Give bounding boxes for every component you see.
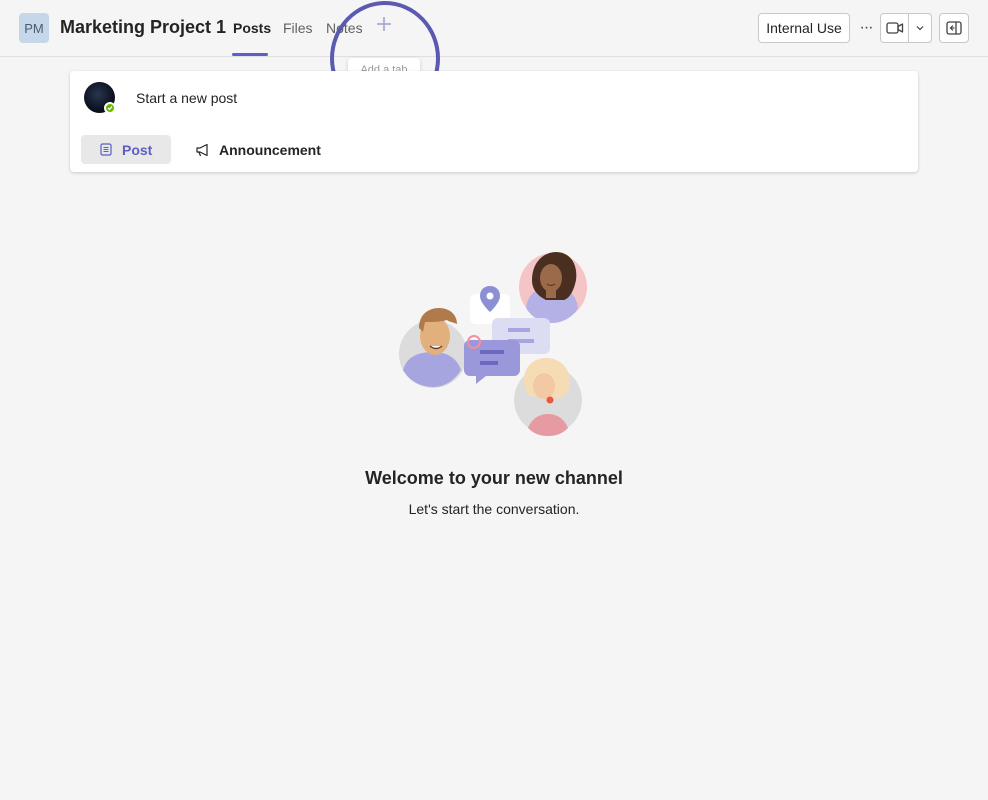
active-tab-indicator: [232, 53, 268, 56]
video-camera-icon: [886, 22, 903, 34]
side-panel-icon: [946, 21, 962, 35]
meet-button-group: [880, 13, 932, 43]
sensitivity-label-button[interactable]: Internal Use: [758, 13, 850, 43]
presence-available-icon: [104, 102, 116, 114]
announcement-button-label: Announcement: [219, 141, 321, 158]
welcome-title: Welcome to your new channel: [365, 468, 623, 488]
compose-card: Start a new post Post Announcement: [70, 71, 918, 172]
post-button-label: Post: [122, 141, 153, 158]
meet-now-button[interactable]: [881, 14, 910, 42]
tab-notes[interactable]: Notes: [326, 20, 363, 36]
tab-posts[interactable]: Posts: [233, 20, 271, 36]
more-horizontal-icon: ···: [859, 19, 874, 36]
welcome-illustration: [399, 252, 587, 436]
post-button[interactable]: Post: [81, 135, 171, 164]
open-side-panel-button[interactable]: [939, 13, 969, 43]
meet-dropdown-button[interactable]: [909, 14, 931, 42]
team-avatar[interactable]: PM: [19, 13, 49, 43]
megaphone-icon: [196, 143, 208, 156]
more-options-button[interactable]: ···: [855, 14, 877, 42]
tab-files[interactable]: Files: [283, 20, 313, 36]
welcome-subtitle: Let's start the conversation.: [408, 501, 580, 517]
announcement-button[interactable]: Announcement: [195, 135, 321, 164]
channel-title[interactable]: Marketing Project 1: [60, 17, 226, 38]
chevron-down-icon: [916, 26, 924, 31]
document-icon: [100, 143, 112, 156]
add-tab-button[interactable]: [373, 15, 395, 37]
start-new-post-input[interactable]: Start a new post: [136, 90, 237, 106]
plus-icon: [377, 17, 391, 31]
channel-header: PM Marketing Project 1 Posts Files Notes…: [0, 0, 988, 57]
